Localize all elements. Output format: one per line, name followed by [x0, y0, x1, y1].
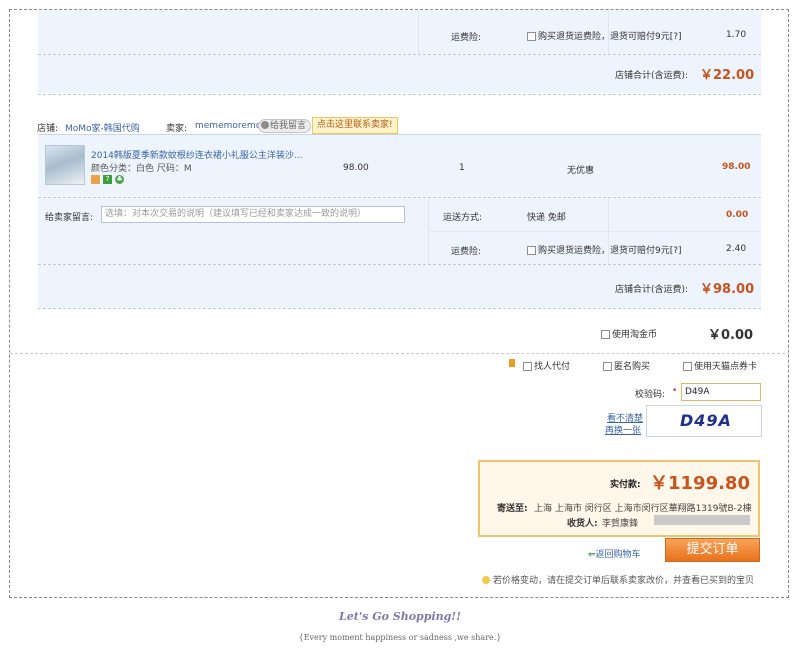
submit-order-button[interactable]: 提交订单 [665, 538, 760, 562]
store2-shop-label: 店铺: [37, 124, 59, 134]
store2-item-price: 98.00 [343, 163, 369, 173]
store2-contact-seller-button[interactable]: 点击这里联系卖家! [312, 117, 398, 134]
back-to-cart-label: 返回购物车 [595, 550, 641, 560]
friend-pay-checkbox[interactable] [523, 362, 532, 371]
captcha-required-mark: • [672, 386, 678, 396]
back-arrow-icon: ⇐ [588, 550, 596, 560]
store2-seller-label: 卖家: [166, 124, 188, 134]
tmall-card-checkbox[interactable] [683, 362, 692, 371]
receiver-label: 收货人: [567, 519, 598, 529]
store2-seller-name[interactable]: mememoremo [195, 121, 261, 131]
captcha-image-text: D49A [680, 411, 732, 430]
lightbulb-icon [482, 576, 490, 584]
store2-total-label: 店铺合计(含运费): [615, 285, 689, 295]
store2-delivery-label: 运送方式: [443, 213, 483, 223]
captcha-image[interactable]: D49A [646, 405, 762, 437]
anonymous-checkbox[interactable] [603, 362, 612, 371]
address-value: 上海 上海市 闵行区 上海市闵行区華翔路1319號B-2棟 [534, 504, 752, 514]
store2-message-label: 给我留言 [270, 121, 307, 131]
footer-subtitle: {Every moment happiness or sadness ,we s… [298, 633, 502, 642]
payment-value: ￥1199.80 [650, 473, 750, 494]
coins-checkbox[interactable] [601, 330, 610, 339]
store2-message-label: 给卖家留言: [45, 213, 94, 223]
store1-shipping-ins-label: 运费险: [451, 33, 482, 43]
coins-value: ￥0.00 [708, 328, 754, 343]
notice: 若价格变动，请在提交订单后联系卖家改价，并查看已买到的宝贝 [482, 573, 754, 586]
store2-shipping-ins-label: 运费险: [451, 247, 482, 257]
store1-total-label: 店铺合计(含运费): [615, 71, 689, 81]
store2-shipping-ins-option[interactable]: 购买退货运费险，退货可赔付9元[?] [527, 243, 682, 256]
store1-shipping-ins-price: 1.70 [726, 30, 747, 40]
anonymous-option[interactable]: 匿名购买 [603, 359, 650, 372]
notice-text: 若价格变动，请在提交订单后联系卖家改价，并查看已买到的宝贝 [493, 576, 755, 586]
store2-item-discount: 无优惠 [567, 166, 595, 176]
store2-item-thumbnail[interactable] [45, 145, 85, 185]
back-to-cart-link[interactable]: ⇐返回购物车 [588, 547, 641, 560]
tmall-card-option[interactable]: 使用天猫点券卡 [683, 359, 757, 372]
receiver-value: 李賀康鋒 [602, 519, 639, 529]
store2-shipping-ins-checkbox[interactable] [527, 246, 536, 255]
receiver-phone-redacted [654, 515, 750, 525]
friend-pay-label: 找人代付 [534, 362, 571, 372]
store2-message-button[interactable]: 给我留言 [258, 119, 312, 133]
credit-card-icon [91, 175, 100, 184]
store2-shipping-ins-text: 购买退货运费险，退货可赔付9元[?] [538, 246, 682, 256]
coins-label: 使用淘金币 [612, 330, 658, 340]
tmall-card-label: 使用天猫点券卡 [694, 362, 758, 372]
speaker-icon [509, 359, 515, 367]
footer-title: Let's Go Shopping!! [339, 610, 461, 623]
store1-shipping-ins-checkbox[interactable] [527, 32, 536, 41]
store1-total-value: ￥22.00 [700, 68, 755, 83]
message-icon [261, 121, 269, 129]
store2-delivery-value[interactable]: 快递 免邮 [527, 210, 566, 223]
captcha-label: 校验码: [635, 390, 666, 400]
store1-shipping-ins-option[interactable]: 购买退货运费险，退货可赔付9元[?] [527, 29, 682, 42]
store2-delivery-price: 0.00 [726, 210, 749, 220]
store1-shipping-ins-text: 购买退货运费险，退货可赔付9元[?] [538, 32, 682, 42]
coins-option[interactable]: 使用淘金币 [601, 327, 657, 340]
store2-item-subtotal: 98.00 [722, 162, 751, 172]
address-label: 寄送至: [497, 504, 528, 514]
store2-shipping-ins-price: 2.40 [726, 244, 747, 254]
anonymous-label: 匿名购买 [614, 362, 651, 372]
store2-seller-message-input[interactable]: 选填：对本次交易的说明（建议填写已经和卖家达成一致的说明） [101, 206, 405, 223]
payment-label: 实付款: [610, 480, 641, 490]
captcha-input[interactable]: D49A [681, 383, 761, 401]
order-confirmation-frame: 运费险: 购买退货运费险，退货可赔付9元[?] 1.70 店铺合计(含运费): … [9, 9, 789, 598]
captcha-refresh-link-2[interactable]: 再换一张 [605, 423, 641, 436]
store2-item-attrs: 颜色分类：白色 尺码：M [91, 164, 192, 174]
store2-shop-name[interactable]: MoMo家-韩国代购 [65, 121, 140, 134]
store2-item-title[interactable]: 2014韩版夏季新款蚊根纱连衣裙小礼服公主洋装沙... [91, 148, 303, 161]
leaf-icon: ♣ [115, 175, 124, 184]
friend-pay-option[interactable]: 找人代付 [523, 359, 570, 372]
store2-item-tag-7: 7 [103, 175, 112, 184]
store2-item-qty: 1 [459, 163, 465, 173]
store2-total-value: ￥98.00 [700, 282, 755, 297]
